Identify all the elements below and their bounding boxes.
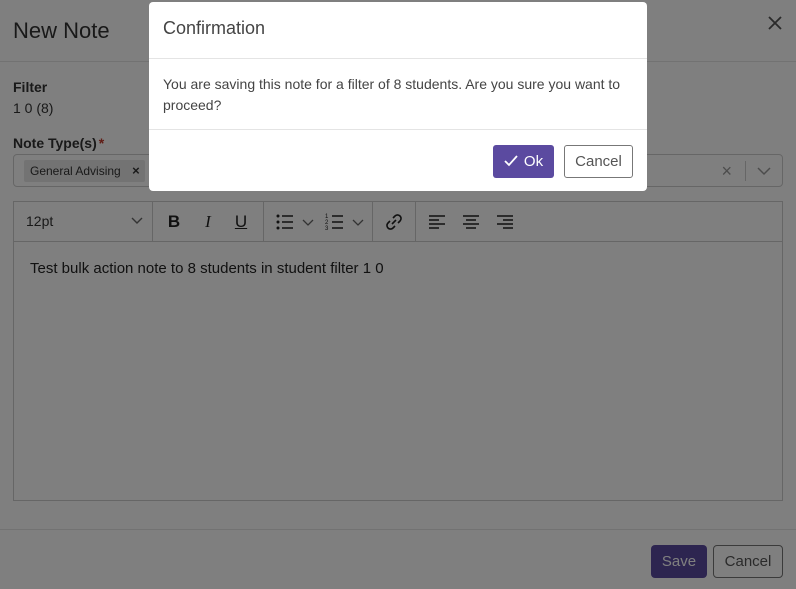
ok-button-label: Ok (523, 153, 544, 170)
confirmation-message: You are saving this note for a filter of… (163, 76, 621, 113)
confirmation-header: Confirmation (149, 2, 647, 59)
confirmation-title: Confirmation (163, 18, 266, 38)
confirmation-footer: Ok Cancel (149, 129, 647, 191)
confirmation-cancel-button[interactable]: Cancel (564, 145, 633, 178)
confirmation-dialog: Confirmation You are saving this note fo… (149, 2, 647, 191)
ok-button[interactable]: Ok (493, 145, 554, 178)
check-icon (504, 155, 518, 167)
